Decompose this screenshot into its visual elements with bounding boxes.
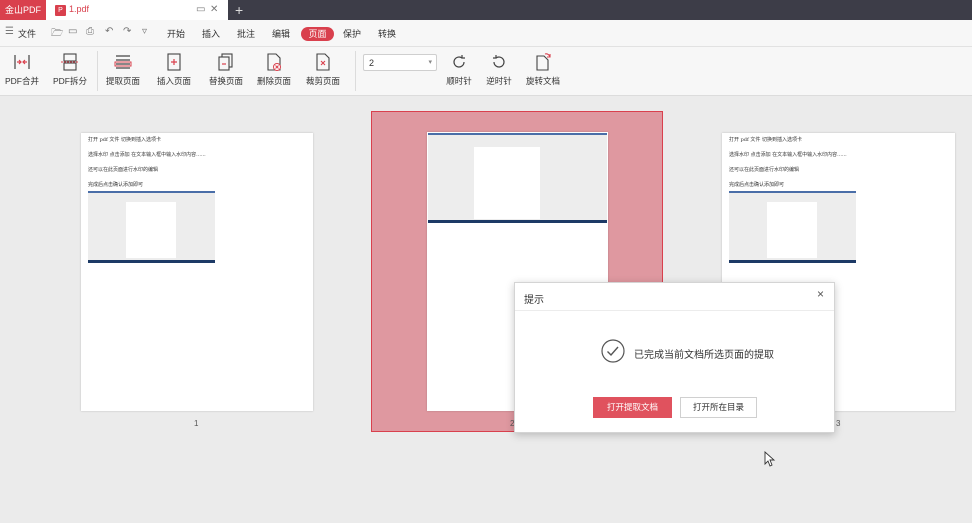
embedded-screenshot (88, 191, 215, 263)
pdf-split-label: PDF拆分 (52, 76, 87, 86)
replace-page-icon (218, 53, 233, 71)
embedded-screenshot (729, 191, 856, 263)
crop-page-icon (316, 53, 330, 71)
rotate-counterclockwise-button[interactable]: 逆时针 (484, 52, 514, 87)
replace-page-label: 替换页面 (208, 76, 243, 86)
replace-page-button[interactable]: 替换页面 (208, 52, 244, 87)
new-tab-button[interactable]: + (235, 1, 243, 19)
page-number: 1 (194, 419, 199, 428)
page-text-line: 选择水印 点击添加 在文本输入框中输入水印内容...... (88, 152, 206, 158)
tab-edit[interactable]: 编辑 (272, 27, 290, 40)
document-tab-label: 1.pdf (69, 4, 90, 14)
page-text-line: 打开 pdf 文件 切换到插入选项卡 (729, 137, 803, 143)
crop-page-button[interactable]: 裁剪页面 (304, 52, 342, 87)
redo-icon[interactable]: ↷ (123, 26, 131, 37)
open-folder-icon[interactable]: 🗁 (51, 26, 63, 43)
page-number: 3 (836, 419, 841, 428)
save-icon[interactable]: ▭ (68, 26, 77, 37)
embedded-screenshot (428, 133, 607, 223)
page-text-line: 还可以在此页面进行水印的编辑 (88, 167, 159, 173)
quick-access-dropdown-icon[interactable]: ▿ (142, 26, 147, 37)
open-extracted-document-button[interactable]: 打开提取文档 (593, 397, 672, 418)
close-icon[interactable]: × (817, 288, 824, 300)
dialog-message: 已完成当前文档所选页面的提取 (634, 350, 774, 361)
tab-start[interactable]: 开始 (167, 27, 185, 40)
app-brand[interactable]: 金山PDF (0, 0, 46, 20)
page-text-line: 打开 pdf 文件 切换到插入选项卡 (88, 137, 162, 143)
dialog-divider (515, 310, 834, 311)
extract-page-button[interactable]: 提取页面 (105, 52, 141, 87)
title-bar: 金山PDF P 1.pdf ▭ ✕ + (0, 0, 972, 20)
rotate-clockwise-icon (453, 55, 465, 68)
rotate-counterclockwise-icon (493, 55, 505, 68)
page-text-line: 还可以在此页面进行水印的编辑 (729, 167, 800, 173)
tab-page[interactable]: 页面 (301, 27, 334, 41)
close-tab-icon[interactable]: ✕ (210, 4, 218, 15)
page-range-select[interactable]: 2 ▾ (363, 54, 437, 71)
crop-page-label: 裁剪页面 (305, 76, 340, 86)
rotate-document-icon (536, 53, 551, 71)
window-mode-icon[interactable]: ▭ (196, 4, 205, 15)
delete-page-icon (267, 53, 281, 71)
open-containing-folder-button[interactable]: 打开所在目录 (680, 397, 757, 418)
rotate-document-label: 旋转文档 (525, 76, 560, 86)
tab-annotate[interactable]: 批注 (237, 27, 255, 40)
menu-bar: ☰ 文件 🗁 ▭ ⎙ ↶ ↷ ▿ 开始 插入 批注 编辑 页面 保护 转换 (0, 20, 972, 47)
ribbon-divider (355, 51, 356, 91)
pdf-merge-button[interactable]: PDF合并 (5, 52, 39, 87)
file-menu[interactable]: 文件 (18, 27, 36, 40)
document-tab[interactable]: P 1.pdf ▭ ✕ (46, 0, 228, 20)
print-icon[interactable]: ⎙ (86, 26, 94, 37)
split-icon (61, 53, 79, 71)
tab-protect[interactable]: 保护 (343, 27, 361, 40)
rotate-counterclockwise-label: 逆时针 (486, 76, 512, 86)
page-thumbnail-1[interactable]: 打开 pdf 文件 切换到插入选项卡 选择水印 点击添加 在文本输入框中输入水印… (81, 133, 313, 411)
page-text-line: 完成后点击确认添加即可 (88, 182, 144, 188)
rotate-clockwise-label: 顺时针 (446, 76, 472, 86)
hamburger-menu-icon[interactable]: ☰ (5, 26, 14, 37)
page-text-line: 完成后点击确认添加即可 (729, 182, 785, 188)
insert-page-icon (167, 53, 181, 71)
rotate-clockwise-button[interactable]: 顺时针 (444, 52, 474, 87)
delete-page-label: 删除页面 (256, 76, 291, 86)
merge-icon (14, 55, 30, 69)
tab-insert[interactable]: 插入 (202, 27, 220, 40)
chevron-down-icon: ▾ (428, 59, 432, 66)
insert-page-button[interactable]: 插入页面 (153, 52, 195, 87)
rotate-document-button[interactable]: 旋转文档 (524, 52, 562, 87)
undo-icon[interactable]: ↶ (105, 26, 113, 37)
ribbon-toolbar: PDF合并 PDF拆分 提取页面 插入页面 替换页面 删除页面 裁剪页面 2 ▾… (0, 47, 972, 96)
pdf-merge-label: PDF合并 (5, 76, 40, 86)
success-check-icon (601, 339, 625, 363)
pdf-file-icon: P (55, 5, 66, 16)
extract-page-icon (114, 55, 132, 69)
delete-page-button[interactable]: 删除页面 (256, 52, 292, 87)
extract-page-label: 提取页面 (105, 76, 140, 86)
insert-page-label: 插入页面 (156, 76, 191, 86)
mouse-cursor-icon (764, 451, 776, 467)
extract-complete-dialog: 提示 × 已完成当前文档所选页面的提取 打开提取文档 打开所在目录 (514, 282, 835, 433)
page-range-value: 2 (369, 58, 375, 68)
tab-convert[interactable]: 转换 (378, 27, 396, 40)
pdf-split-button[interactable]: PDF拆分 (52, 52, 88, 87)
dialog-title: 提示 (524, 295, 544, 306)
page-text-line: 选择水印 点击添加 在文本输入框中输入水印内容...... (729, 152, 847, 158)
ribbon-divider (97, 51, 98, 91)
